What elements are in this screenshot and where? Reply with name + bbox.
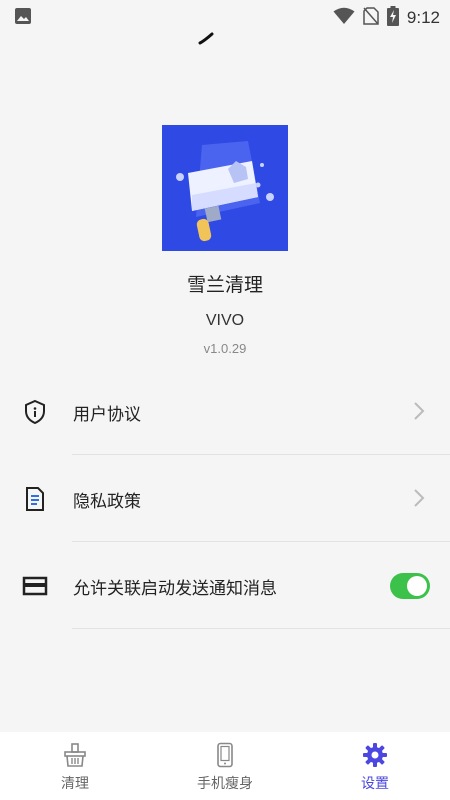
chevron-right-icon [413, 401, 425, 425]
tab-settings[interactable]: 设置 [300, 732, 450, 800]
shield-icon [22, 399, 48, 425]
settings-item-label: 用户协议 [73, 405, 141, 425]
divider [72, 454, 450, 455]
tab-clean[interactable]: 清理 [0, 732, 150, 800]
tab-phone-slim[interactable]: 手机瘦身 [150, 732, 300, 800]
app-logo [162, 125, 288, 251]
settings-item-label: 隐私政策 [73, 492, 141, 512]
no-sim-icon [363, 7, 379, 29]
phone-icon [212, 742, 238, 768]
notification-toggle[interactable] [390, 573, 430, 599]
divider [72, 541, 450, 542]
settings-item-privacy-policy[interactable]: 隐私政策 [0, 456, 450, 542]
divider [72, 628, 450, 629]
tab-label: 设置 [361, 776, 389, 792]
basket-icon [62, 742, 88, 768]
toggle-knob [407, 576, 427, 596]
status-bar: 9:12 [0, 0, 450, 32]
bottom-tab-bar: 清理 手机瘦身 设置 [0, 732, 450, 800]
app-subtitle: VIVO [205, 312, 245, 329]
tab-label: 手机瘦身 [197, 776, 253, 792]
settings-item-label: 允许关联启动发送通知消息 [73, 579, 277, 599]
chevron-right-icon [413, 488, 425, 512]
settings-item-user-agreement[interactable]: 用户协议 [0, 369, 450, 455]
app-name: 雪兰清理 [186, 274, 263, 296]
wifi-icon [333, 7, 355, 29]
broom-logo-icon [176, 141, 274, 242]
brush-mark-icon [198, 30, 214, 49]
gallery-icon [14, 7, 32, 29]
gear-icon [362, 742, 388, 768]
wallet-icon [22, 573, 48, 599]
settings-item-notification-permission: 允许关联启动发送通知消息 [0, 543, 450, 629]
status-time: 9:12 [406, 8, 440, 27]
app-version: v1.0.29 [203, 341, 247, 356]
tab-label: 清理 [61, 776, 89, 792]
battery-charging-icon [386, 6, 399, 30]
document-icon [22, 486, 48, 512]
